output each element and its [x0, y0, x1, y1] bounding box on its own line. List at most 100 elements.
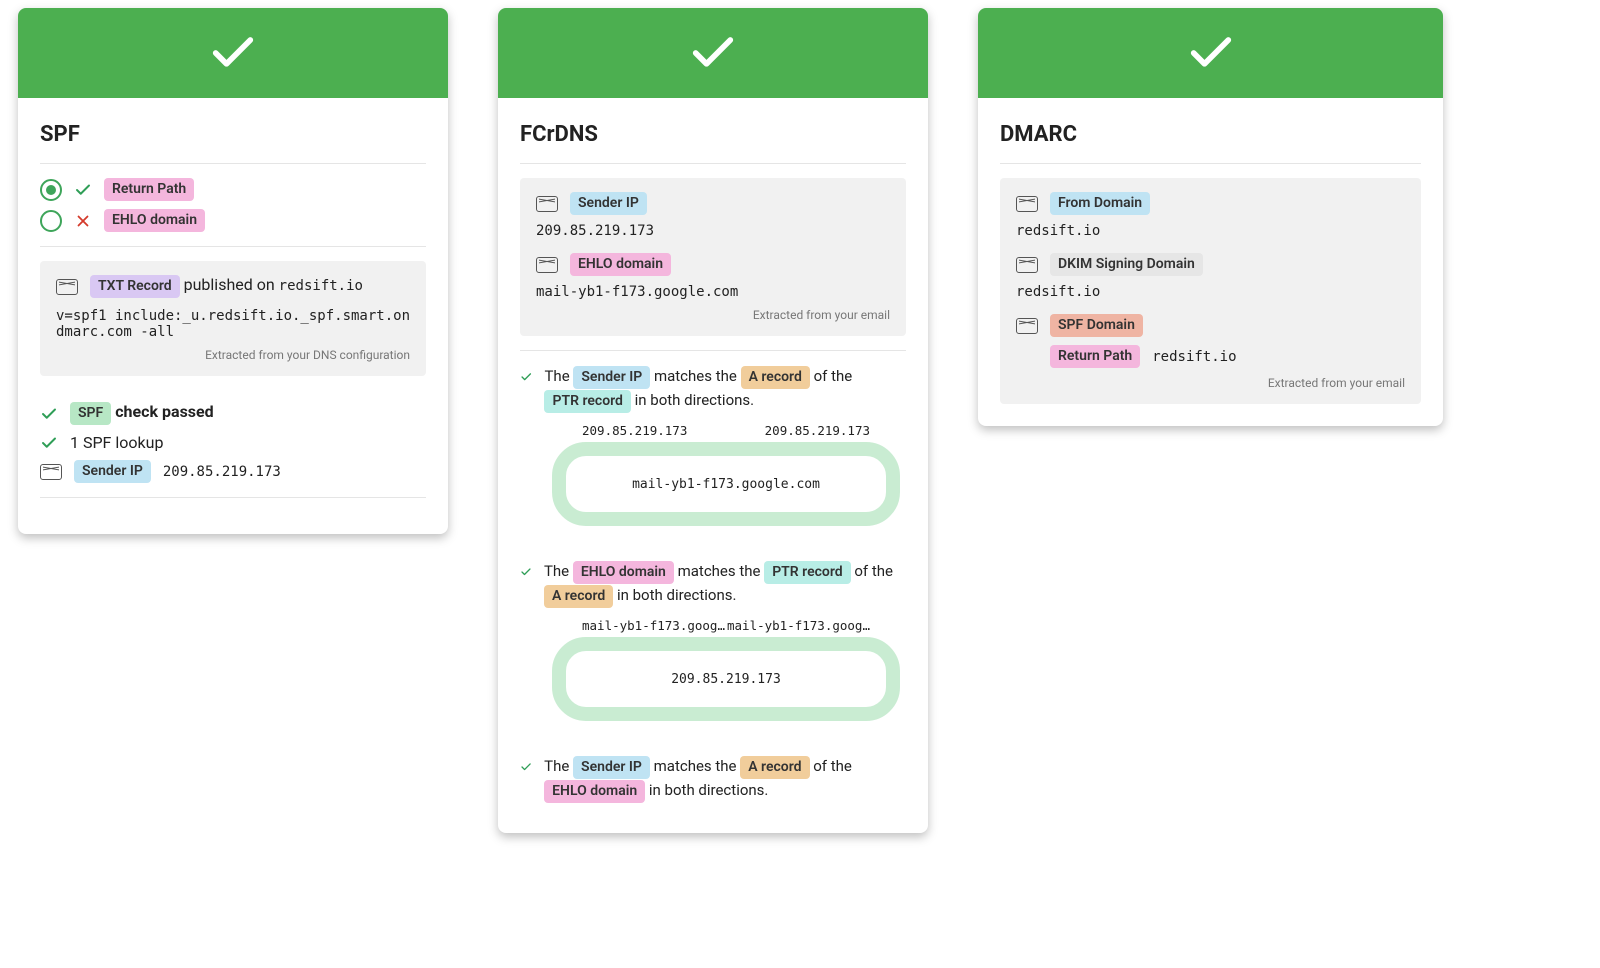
fcrdns-title: FCrDNS [520, 122, 906, 147]
spf-card: SPF Return Path EHLO domain TXT Record [18, 8, 448, 534]
envelope-icon [40, 464, 62, 480]
fcrdns-track-1: 209.85.219.173 209.85.219.173 →→→→→→→→ ←… [552, 423, 900, 526]
a-record-pill: A record [740, 756, 809, 779]
a-record-pill: A record [741, 366, 810, 389]
sender-ip-marker [590, 442, 602, 456]
fcrdns-card: FCrDNS Sender IP 209.85.219.173 EHLO dom… [498, 8, 928, 833]
published-on-text: published on [184, 275, 279, 294]
spf-status-header [18, 8, 448, 98]
fcrdns-ehlo-value: mail-yb1-f173.google.com [536, 284, 890, 300]
divider [1000, 163, 1421, 164]
fcrdns-result-1: The Sender IP matches the A record of th… [520, 365, 906, 413]
ehlo-domain-pill: EHLO domain [573, 561, 674, 584]
track1-center: mail-yb1-f173.google.com [566, 456, 886, 512]
check-icon [1185, 27, 1237, 79]
check-icon [520, 758, 532, 776]
txt-record-pill: TXT Record [90, 275, 180, 298]
spf-option-ehlo[interactable]: EHLO domain [40, 209, 426, 232]
text: of the [814, 367, 853, 385]
track2-center: 209.85.219.173 [566, 651, 886, 707]
radio-empty-icon[interactable] [40, 210, 62, 232]
divider [520, 163, 906, 164]
text: of the [813, 757, 852, 775]
spf-title: SPF [40, 122, 426, 147]
envelope-icon [1016, 196, 1038, 212]
dkim-domain-pill: DKIM Signing Domain [1050, 253, 1203, 276]
track1-right: 209.85.219.173 [765, 423, 870, 438]
divider [40, 246, 426, 247]
spf-lookup-row: 1 SPF lookup [40, 433, 426, 452]
spf-lookup-text: 1 SPF lookup [70, 433, 163, 452]
ptr-record-marker [720, 512, 732, 526]
fcrdns-result-3: The Sender IP matches the A record of th… [520, 755, 906, 803]
fcrdns-input-block: Sender IP 209.85.219.173 EHLO domain mai… [520, 178, 906, 336]
text: in both directions. [635, 391, 754, 409]
ptr-record-pill: PTR record [544, 390, 630, 413]
a-record-marker [720, 707, 732, 721]
divider [40, 163, 426, 164]
envelope-icon [1016, 257, 1038, 273]
a-record-marker [850, 442, 862, 456]
envelope-icon [536, 196, 558, 212]
spf-pill: SPF [70, 402, 111, 425]
envelope-icon [1016, 318, 1038, 334]
a-record-pill: A record [544, 585, 613, 608]
dmarc-extracted-note: Extracted from your email [1016, 376, 1405, 390]
dmarc-block: From Domain redsift.io DKIM Signing Doma… [1000, 178, 1421, 404]
return-path-pill: Return Path [1050, 345, 1140, 368]
fcrdns-sender-ip: 209.85.219.173 [536, 223, 890, 239]
track2-right: mail-yb1-f173.goog… [727, 618, 870, 633]
track2-left: mail-yb1-f173.goog… [582, 618, 725, 633]
spf-sender-ip-row: Sender IP 209.85.219.173 [40, 460, 426, 483]
published-domain: redsift.io [279, 278, 363, 294]
spf-txt-block: TXT Record published on redsift.io v=spf… [40, 261, 426, 376]
spf-check-suffix: check passed [115, 402, 213, 421]
sender-ip-pill: Sender IP [74, 460, 151, 483]
check-icon [520, 563, 532, 581]
check-icon [687, 27, 739, 79]
cross-icon [74, 212, 92, 230]
dmarc-card: DMARC From Domain redsift.io DKIM Signin… [978, 8, 1443, 426]
dmarc-return-path-value: redsift.io [1152, 349, 1236, 365]
check-icon [207, 27, 259, 79]
spf-sender-ip: 209.85.219.173 [163, 464, 281, 480]
text: The [544, 757, 573, 775]
spf-extracted-note: Extracted from your DNS configuration [56, 348, 410, 362]
ptr-record-marker [850, 637, 862, 651]
spf-txt-value: v=spf1 include:_u.redsift.io._spf.smart.… [56, 308, 410, 340]
envelope-icon [536, 257, 558, 273]
sender-ip-pill: Sender IP [573, 366, 650, 389]
check-icon [520, 368, 532, 386]
spf-check-passed: SPF check passed [40, 402, 426, 425]
text: The [544, 562, 573, 580]
dmarc-title: DMARC [1000, 122, 1421, 147]
spf-domain-pill: SPF Domain [1050, 314, 1143, 337]
fcrdns-track-2: mail-yb1-f173.goog… mail-yb1-f173.goog… … [552, 618, 900, 721]
text: of the [854, 562, 893, 580]
dmarc-status-header [978, 8, 1443, 98]
from-domain-pill: From Domain [1050, 192, 1150, 215]
ehlo-domain-pill: EHLO domain [570, 253, 671, 276]
divider [520, 350, 906, 351]
fcrdns-status-header [498, 8, 928, 98]
dmarc-dkim-value: redsift.io [1016, 284, 1405, 300]
ptr-record-pill: PTR record [764, 561, 850, 584]
text: matches the [654, 757, 741, 775]
dmarc-from-value: redsift.io [1016, 223, 1405, 239]
text: in both directions. [617, 586, 736, 604]
fcrdns-result-2: The EHLO domain matches the PTR record o… [520, 560, 906, 608]
spf-option-return-path[interactable]: Return Path [40, 178, 426, 201]
ehlo-marker [590, 637, 602, 651]
text: matches the [654, 367, 741, 385]
return-path-pill: Return Path [104, 178, 194, 201]
check-icon [40, 405, 58, 423]
fcrdns-extracted-note: Extracted from your email [536, 308, 890, 322]
envelope-icon [56, 279, 78, 295]
radio-selected-icon[interactable] [40, 179, 62, 201]
check-icon [40, 434, 58, 452]
check-icon [74, 181, 92, 199]
text: matches the [678, 562, 765, 580]
text: The [544, 367, 573, 385]
track1-left: 209.85.219.173 [582, 423, 687, 438]
sender-ip-pill: Sender IP [570, 192, 647, 215]
